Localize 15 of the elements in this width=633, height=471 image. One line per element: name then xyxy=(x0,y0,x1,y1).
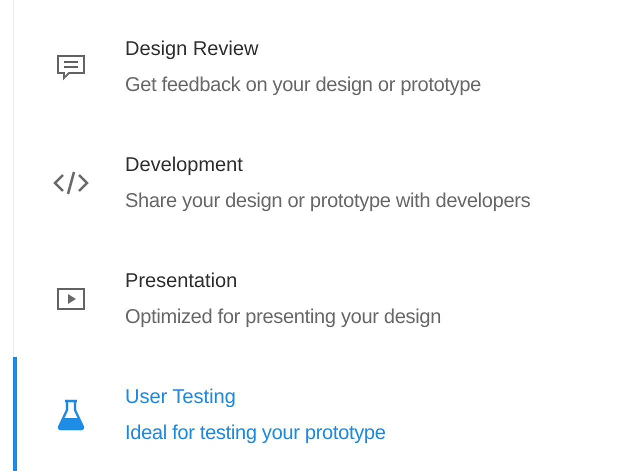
item-title: Design Review xyxy=(125,38,260,60)
item-description: Optimized for presenting your design xyxy=(125,306,442,328)
item-title: Development xyxy=(125,154,244,176)
item-description: Share your design or prototype with developers xyxy=(125,190,530,212)
item-title: Presentation xyxy=(125,270,238,292)
play-icon xyxy=(55,286,87,312)
flask-icon xyxy=(55,398,87,432)
item-description: Ideal for testing your prototype xyxy=(125,422,386,444)
menu-item[interactable]: Design Review Get feedback on your design or prototype xyxy=(14,9,633,125)
item-title: User Testing xyxy=(125,386,237,408)
code-icon xyxy=(52,169,90,197)
menu-item[interactable]: User Testing Ideal for testing your prototype xyxy=(14,357,633,471)
menu-item[interactable]: Presentation Optimized for presenting your design xyxy=(14,241,633,357)
item-description: Get feedback on your design or prototype xyxy=(125,74,482,96)
menu-item[interactable]: Development Share your design or prototype with developers xyxy=(14,125,633,241)
